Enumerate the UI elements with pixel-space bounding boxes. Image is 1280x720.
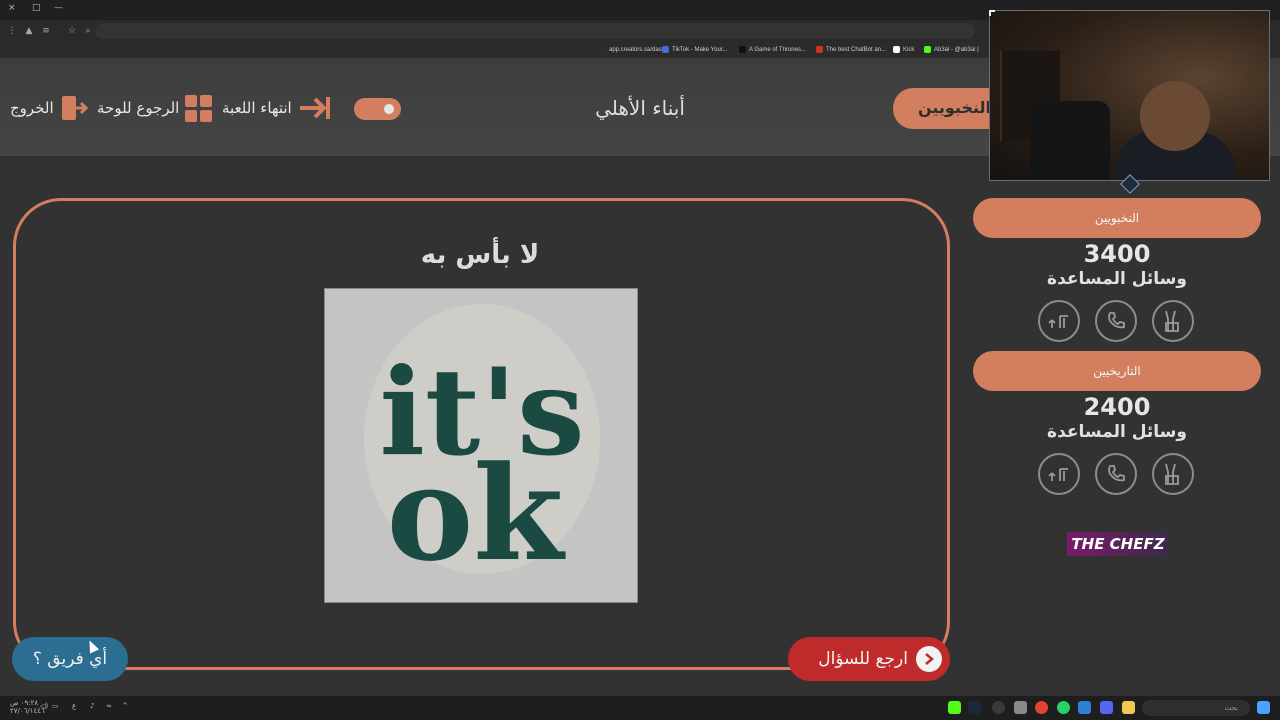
back-to-board-button[interactable]: الرجوع للوحة xyxy=(97,94,213,122)
discord-app-icon[interactable] xyxy=(1100,701,1113,714)
extension-icon[interactable]: ▲ xyxy=(23,25,35,37)
team-name-bar: التاريخيين xyxy=(973,351,1261,391)
two-fingers-icon[interactable] xyxy=(1152,300,1194,342)
end-arrow-icon xyxy=(299,97,330,119)
windows-start-icon[interactable] xyxy=(1257,701,1270,714)
answer-image: it's ok xyxy=(324,288,638,603)
menu-dots-icon[interactable]: ⋮ xyxy=(6,25,18,37)
sponsor-logo: THE CHEFZ xyxy=(1067,532,1169,556)
which-team-label: أي فريق ؟ xyxy=(32,649,108,669)
end-game-label: انتهاء اللعبة xyxy=(222,99,292,117)
whatsapp-app-icon[interactable] xyxy=(1057,701,1070,714)
two-fingers-icon[interactable] xyxy=(1152,453,1194,495)
explorer-app-icon[interactable] xyxy=(1122,701,1135,714)
gear-icon xyxy=(381,101,397,117)
double-answer-icon[interactable] xyxy=(1038,300,1080,342)
volume-icon[interactable]: ◁) xyxy=(40,702,48,710)
taskbar-clock: ٠٩:٢٨ ص xyxy=(10,699,39,707)
tabs-icon[interactable]: ≡ xyxy=(40,25,52,37)
which-team-button[interactable]: أي فريق ؟ xyxy=(12,637,128,681)
bookmark-item[interactable]: app.creators.sa/das... xyxy=(599,45,667,55)
page-title: أبناء الأهلي xyxy=(595,96,685,120)
bookmark-item[interactable]: TikTok - Make Your... xyxy=(662,45,727,55)
aids-label: وسائل المساعدة xyxy=(1047,422,1187,442)
close-window-button[interactable]: × xyxy=(8,3,16,13)
active-team-label: النخبويين xyxy=(917,98,991,117)
folder-app-icon[interactable] xyxy=(1014,701,1027,714)
webcam-overlay xyxy=(989,10,1270,181)
edge-app-icon[interactable] xyxy=(1078,701,1091,714)
taskbar-search-input[interactable]: بحث xyxy=(1142,700,1250,716)
grid-board-icon xyxy=(185,94,213,122)
bookmark-item[interactable]: The best ChatBot an... xyxy=(816,45,886,55)
bookmark-item[interactable]: Ab3al - @ab3al | xyxy=(924,45,979,55)
back-to-board-label: الرجوع للوحة xyxy=(97,99,180,117)
exit-label: الخروج xyxy=(10,99,54,117)
exit-button[interactable]: الخروج xyxy=(10,95,88,121)
cam-corner xyxy=(989,10,995,16)
its-ok-graphic: it's ok xyxy=(364,304,600,590)
phone-icon[interactable] xyxy=(1095,453,1137,495)
network-icon[interactable]: ▭ xyxy=(52,702,59,710)
bookmark-item[interactable]: A Game of Thrones... xyxy=(739,45,806,55)
language-indicator-icon[interactable]: ع xyxy=(72,702,76,710)
settings-toggle[interactable] xyxy=(354,98,401,120)
address-input[interactable] xyxy=(95,23,975,39)
chrome-app-icon[interactable] xyxy=(1035,701,1048,714)
exit-door-icon xyxy=(61,96,88,120)
maximize-window-button[interactable]: □ xyxy=(32,3,41,13)
screen: × □ — ⋮ ▲ ≡ ☆ ⌕ app.creators.sa/das... T… xyxy=(0,0,1280,720)
steam-app-icon[interactable] xyxy=(968,701,981,714)
image-text-ok: ok xyxy=(387,437,567,590)
chevron-right-icon xyxy=(916,646,942,672)
phone-icon[interactable] xyxy=(1095,300,1137,342)
active-team-tab[interactable]: النخبويين xyxy=(893,88,1003,129)
search-icon[interactable]: ⌕ xyxy=(82,25,94,37)
obs-app-icon[interactable] xyxy=(992,701,1005,714)
answer-title: لا بأس به xyxy=(420,240,540,270)
team-name-bar: النخبويين xyxy=(973,198,1261,238)
taskbar: ٠٩:٢٨ ص ٢٧/٠٦/١٤٤٦ ◁) ▭ ع ♪ ≈ ^ بحث xyxy=(0,696,1280,720)
tray-chevron-icon[interactable]: ^ xyxy=(122,702,128,710)
mic-icon[interactable]: ♪ xyxy=(90,702,94,710)
webcam-chair xyxy=(1030,101,1110,180)
back-to-question-label: ارجع للسؤال xyxy=(818,649,908,669)
double-answer-icon[interactable] xyxy=(1038,453,1080,495)
back-to-question-button[interactable]: ارجع للسؤال xyxy=(788,637,950,681)
team-score: 2400 xyxy=(1083,393,1151,421)
bookmark-star-icon[interactable]: ☆ xyxy=(66,25,78,37)
bookmark-item[interactable]: Kick xyxy=(893,45,914,55)
aids-label: وسائل المساعدة xyxy=(1047,269,1187,289)
webcam-person-head xyxy=(1140,81,1210,151)
end-game-button[interactable]: انتهاء اللعبة xyxy=(222,95,332,121)
kick-app-icon[interactable] xyxy=(948,701,961,714)
team-score: 3400 xyxy=(1083,240,1151,268)
wifi-icon[interactable]: ≈ xyxy=(106,702,112,710)
minimize-window-button[interactable]: — xyxy=(54,3,63,13)
